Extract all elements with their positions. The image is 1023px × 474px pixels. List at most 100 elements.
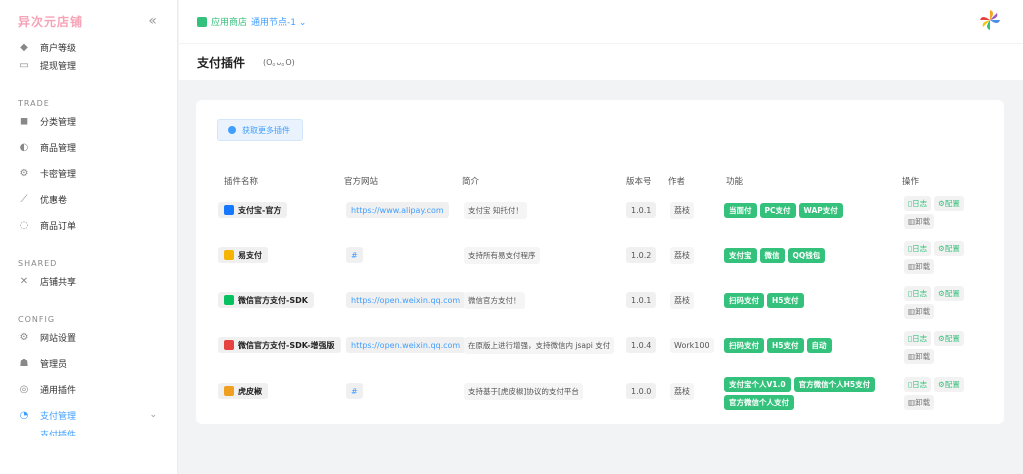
uninstall-label: 卸载 [915, 262, 931, 271]
app-store-link[interactable]: 应用商店 [211, 15, 247, 28]
feature-list: 支付宝 微信 QQ钱包 [724, 247, 884, 263]
config-button[interactable]: ⚙ 配置 [934, 286, 964, 301]
feature-tag: 扫码支付 [724, 337, 764, 353]
sidebar-item-admin[interactable]: ☗ 管理员 [0, 350, 177, 376]
feature-tag: 官方微信个人支付 [724, 395, 794, 410]
sidebar-subitem-payment-plugin[interactable]: 支付插件 [0, 428, 177, 436]
header-site: 官方网站 [344, 177, 379, 187]
sidebar-item-label: 商户等级 [40, 43, 77, 53]
plugin-site-link[interactable]: https://open.weixin.qq.com [346, 292, 466, 308]
plugin-desc: 在原版上进行增强，支持微信内 jsapi 支付 [464, 336, 615, 354]
sidebar-item-label: 优惠卷 [40, 195, 68, 206]
log-label: 日志 [912, 334, 928, 343]
gear-icon: ⚙ [19, 167, 29, 179]
sidebar-item-label: 商品订单 [40, 221, 77, 232]
plugin-site-link[interactable]: # [346, 247, 363, 263]
config-button[interactable]: ⚙ 配置 [934, 196, 964, 211]
sidebar-item-label: 提现管理 [40, 61, 77, 72]
pinwheel-logo-icon [980, 10, 1000, 30]
sidebar-item-goods[interactable]: ◐ 商品管理 [0, 134, 177, 160]
sidebar-item-orders[interactable]: ◌ 商品订单 [0, 212, 177, 238]
log-button[interactable]: ▯ 日志 [904, 331, 932, 346]
plugin-version: 1.0.2 [626, 247, 657, 263]
config-button[interactable]: ⚙ 配置 [934, 241, 964, 256]
operations: ▯ 日志 ⚙ 配置 ▥ 卸载 [904, 331, 984, 364]
config-label: 配置 [944, 199, 960, 208]
feature-list: 支付宝个人V1.0 官方微信个人H5支付 官方微信个人支付 [724, 377, 884, 410]
log-button[interactable]: ▯ 日志 [904, 196, 932, 211]
plugin-site-link[interactable]: # [346, 383, 363, 399]
plugin-desc: 支持基于[虎皮椒]协议的支付平台 [464, 382, 583, 400]
plugin-name-text: 微信官方支付-SDK-增强版 [238, 340, 335, 350]
log-button[interactable]: ▯ 日志 [904, 286, 932, 301]
share-icon: ✕ [19, 275, 29, 287]
config-button[interactable]: ⚙ 配置 [934, 331, 964, 346]
sidebar-item-label: 管理员 [40, 359, 68, 370]
plugin-name-text: 支付宝-官方 [238, 205, 282, 215]
log-label: 日志 [912, 199, 928, 208]
store-icon [197, 16, 207, 27]
operations: ▯ 日志 ⚙ 配置 ▥ 卸载 [904, 377, 984, 410]
sidebar-item-category[interactable]: ◼ 分类管理 [0, 108, 177, 134]
header-features: 功能 [726, 177, 744, 187]
plugin-name: 微信官方支付-SDK [218, 292, 314, 308]
sidebar-item-label: 网站设置 [40, 333, 77, 344]
feature-list: 当面付 PC支付 WAP支付 [724, 202, 884, 218]
collapse-sidebar-icon[interactable]: « [148, 13, 157, 29]
admin-icon: ☗ [19, 357, 29, 369]
config-label: 配置 [944, 380, 960, 389]
sidebar-item-coupon[interactable]: ⟋ 优惠卷 [0, 186, 177, 212]
sidebar-item-label: 商品管理 [40, 143, 77, 154]
feature-list: 扫码支付 H5支付 [724, 292, 884, 308]
header-author: 作者 [668, 177, 686, 187]
config-label: 配置 [944, 244, 960, 253]
plugin-logo-icon [224, 340, 234, 350]
log-button[interactable]: ▯ 日志 [904, 241, 932, 256]
uninstall-button[interactable]: ▥ 卸载 [904, 214, 935, 229]
plugin-desc: 支持所有易支付程序 [464, 246, 540, 264]
box-icon: ◐ [19, 141, 29, 153]
order-icon: ◌ [19, 219, 29, 231]
sidebar-item-merchant-level[interactable]: ◆ 商户等级 [0, 42, 177, 52]
uninstall-button[interactable]: ▥ 卸载 [904, 349, 935, 364]
operations: ▯ 日志 ⚙ 配置 ▥ 卸载 [904, 286, 984, 319]
config-button[interactable]: ⚙ 配置 [934, 377, 964, 392]
feature-tag: 微信 [759, 247, 785, 263]
sidebar-item-card[interactable]: ⚙ 卡密管理 [0, 160, 177, 186]
feature-tag: QQ钱包 [787, 247, 826, 263]
node-selector[interactable]: 通用节点-1 ⌄ [251, 15, 306, 28]
get-more-plugins-label: 获取更多插件 [242, 125, 290, 135]
uninstall-label: 卸载 [915, 307, 931, 316]
plugin-site-link[interactable]: https://open.weixin.qq.com [346, 337, 466, 353]
table-row: 虎皮椒 # 支持基于[虎皮椒]协议的支付平台 1.0.0 荔枝 支付宝个人V1.… [196, 373, 1004, 417]
uninstall-button[interactable]: ▥ 卸载 [904, 395, 935, 410]
plugin-version: 1.0.1 [626, 292, 657, 308]
log-button[interactable]: ▯ 日志 [904, 377, 932, 392]
config-label: 配置 [944, 334, 960, 343]
uninstall-button[interactable]: ▥ 卸载 [904, 259, 935, 274]
sidebar-item-plugins[interactable]: ◎ 通用插件 [0, 376, 177, 402]
get-more-plugins-button[interactable]: 获取更多插件 [217, 119, 303, 141]
chevron-down-icon: ⌄ [149, 410, 157, 420]
sidebar-item-site-settings[interactable]: ⚙ 网站设置 [0, 324, 177, 350]
plugin-name: 微信官方支付-SDK-增强版 [218, 337, 341, 353]
section-trade: TRADE [18, 99, 50, 108]
sidebar-item-payment[interactable]: ◔ 支付管理 ⌄ [0, 402, 177, 428]
feature-tag: 扫码支付 [724, 292, 764, 308]
feature-tag: H5支付 [767, 337, 804, 353]
sidebar-item-withdraw[interactable]: ▭ 提现管理 [0, 52, 177, 78]
page-title: 支付插件 [197, 55, 246, 70]
feature-tag: H5支付 [767, 292, 804, 308]
ticket-icon: ⟋ [20, 193, 28, 205]
brand-header: 异次元店铺 « [0, 0, 177, 42]
feature-tag: WAP支付 [798, 202, 843, 218]
node-label: 通用节点-1 [251, 18, 296, 28]
table-row: 支付宝-官方 https://www.alipay.com 支付宝 知托付！ 1… [196, 192, 1004, 236]
plugin-logo-icon [224, 295, 234, 305]
plugin-version: 1.0.4 [626, 337, 657, 353]
sidebar-item-share[interactable]: ✕ 店铺共享 [0, 268, 177, 294]
sidebar-item-label: 分类管理 [40, 117, 77, 128]
plugin-site-link[interactable]: https://www.alipay.com [346, 202, 449, 218]
uninstall-button[interactable]: ▥ 卸载 [904, 304, 935, 319]
header-ops: 操作 [902, 177, 920, 187]
